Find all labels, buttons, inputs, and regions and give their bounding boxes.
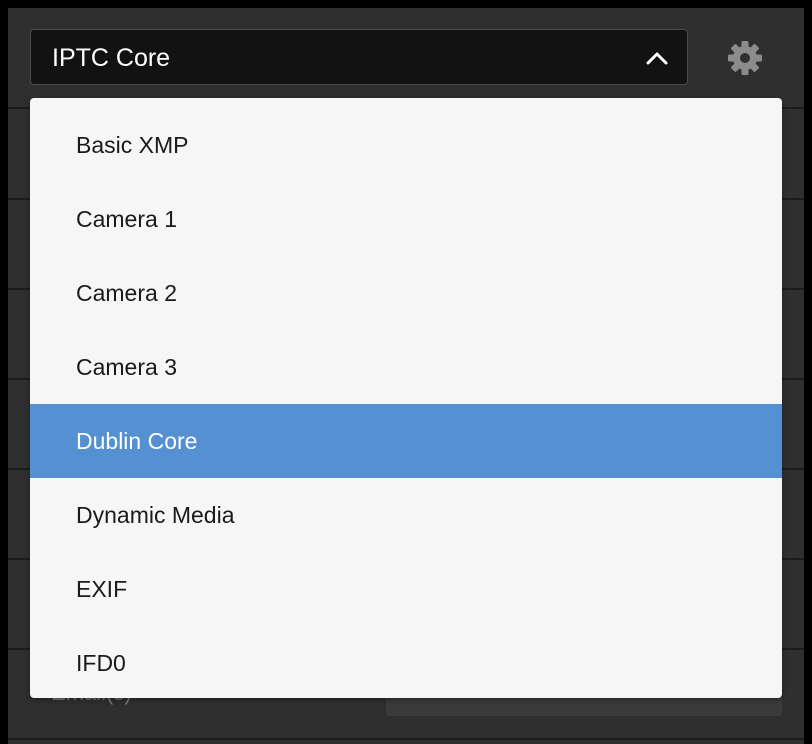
option-dynamic-media[interactable]: Dynamic Media xyxy=(30,478,782,552)
row-divider xyxy=(8,738,804,740)
select-value: IPTC Core xyxy=(52,44,171,72)
option-dublin-core[interactable]: Dublin Core xyxy=(30,404,782,478)
gear-icon[interactable] xyxy=(727,40,763,76)
option-ifd0[interactable]: IFD0 xyxy=(30,626,782,698)
schema-options-list: Basic XMP Camera 1 Camera 2 Camera 3 Dublin … xyxy=(30,98,782,698)
chevron-up-icon xyxy=(646,52,668,65)
option-exif[interactable]: EXIF xyxy=(30,552,782,626)
option-camera-2[interactable]: Camera 2 xyxy=(30,256,782,330)
option-camera-3[interactable]: Camera 3 xyxy=(30,330,782,404)
metadata-schema-select[interactable]: IPTC Core xyxy=(30,29,688,85)
option-camera-1[interactable]: Camera 1 xyxy=(30,182,782,256)
schema-dropdown-menu: Basic XMP Camera 1 Camera 2 Camera 3 Dublin … xyxy=(30,98,782,698)
option-basic-xmp[interactable]: Basic XMP xyxy=(30,108,782,182)
